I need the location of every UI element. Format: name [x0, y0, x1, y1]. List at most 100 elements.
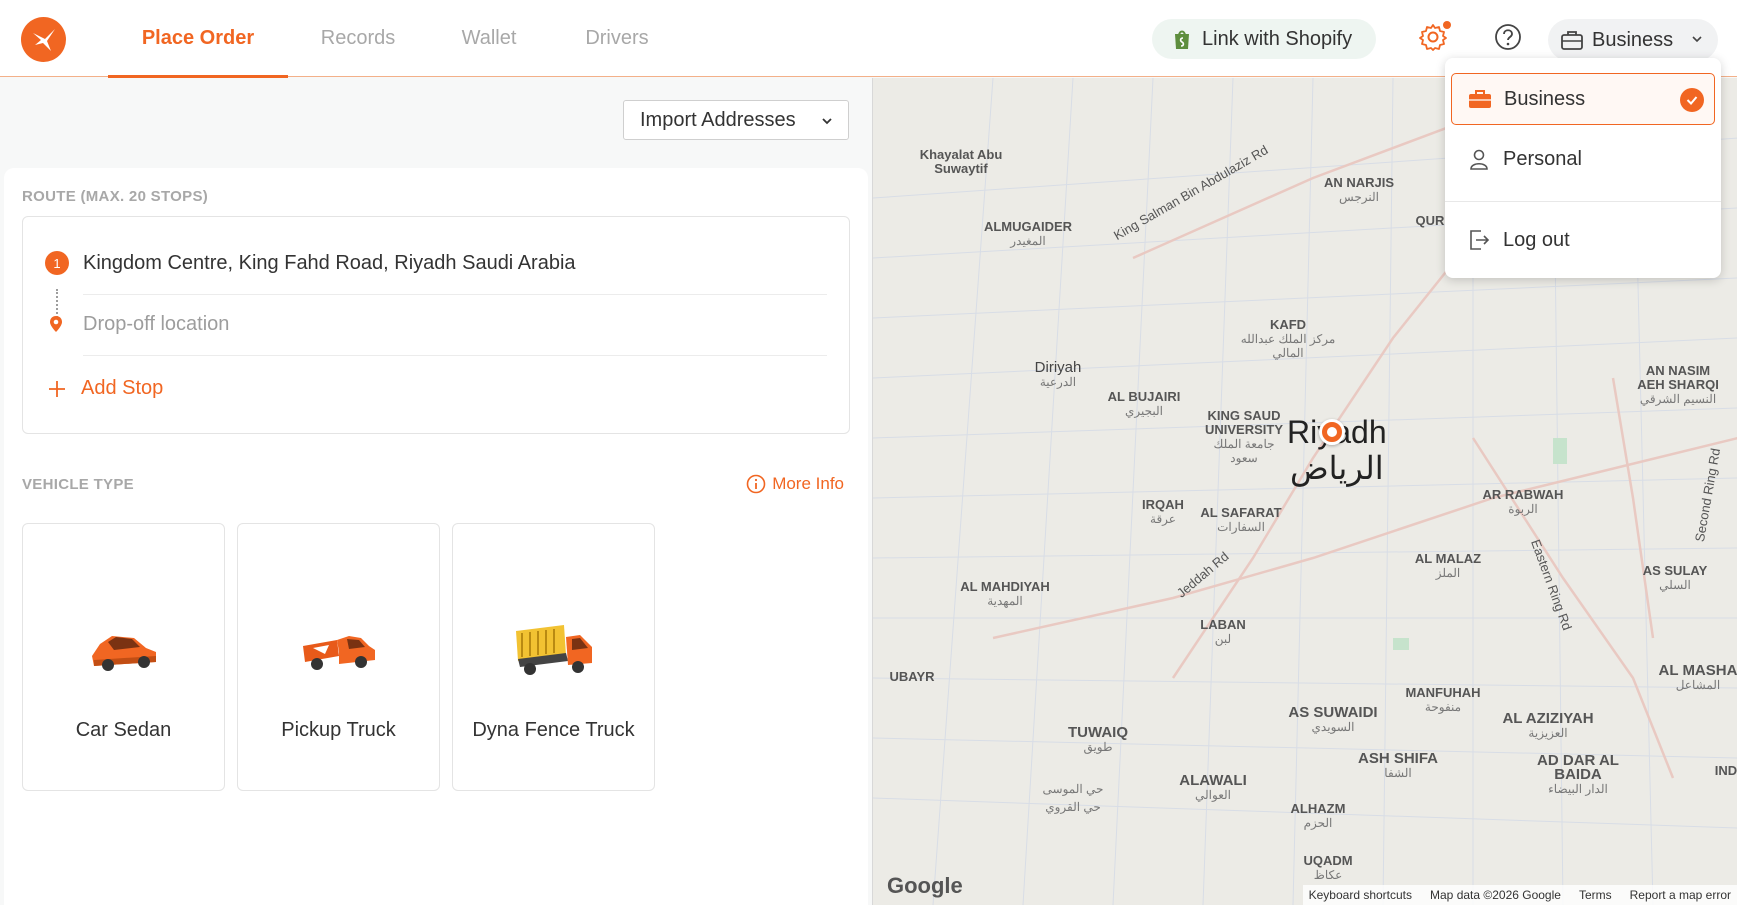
account-name: Business [1592, 28, 1674, 51]
map-label: AL SAFARAT السفارات [1200, 505, 1282, 535]
pickup-address[interactable]: Kingdom Centre, King Fahd Road, Riyadh S… [83, 252, 576, 275]
map-footer: Keyboard shortcuts Map data ©2026 Google… [1302, 885, 1737, 905]
map-label: AS SUWAIDI السويدي [1288, 704, 1378, 734]
import-addresses-button[interactable]: Import Addresses [623, 100, 849, 140]
map-label: AN NASIM AEH SHARQI النسيم الشرقي [1637, 363, 1719, 407]
map-label: AS SULAY السلي [1642, 563, 1708, 593]
tab-place-order[interactable]: Place Order [108, 0, 288, 78]
dropoff-input[interactable]: Drop-off location [83, 313, 229, 336]
pickup-truck-icon [238, 616, 439, 686]
map-label: ALAWALI العوالي [1179, 772, 1247, 802]
map-data-text: Map data ©2026 Google [1430, 888, 1561, 902]
add-stop-button[interactable]: Add Stop [47, 377, 163, 400]
pickup-stop-row[interactable]: 1 Kingdom Centre, King Fahd Road, Riyadh… [23, 233, 851, 293]
map-label: حي الموسى [1042, 782, 1104, 796]
menu-item-personal[interactable]: Personal [1451, 133, 1715, 185]
divider [83, 355, 827, 356]
map-label: MANFUHAH منفوحة [1405, 685, 1481, 715]
check-icon [1680, 88, 1704, 112]
map-label: UBAYR [889, 669, 935, 684]
account-switcher[interactable]: Business [1548, 19, 1718, 61]
order-form-card: ROUTE (MAX. 20 STOPS) 1 Kingdom Centre, … [4, 168, 868, 905]
map-label: AD DAR AL BAIDA الدار البيضاء [1537, 752, 1619, 796]
link-shopify-button[interactable]: Link with Shopify [1152, 19, 1376, 59]
map-label: ALMUGAIDER المغيدر [983, 219, 1073, 249]
route-box: 1 Kingdom Centre, King Fahd Road, Riyadh… [22, 216, 850, 434]
location-pin-icon [50, 316, 62, 332]
report-map-error-link[interactable]: Report a map error [1630, 888, 1731, 902]
settings-button[interactable] [1418, 21, 1451, 52]
map-label: QUR [1415, 213, 1445, 228]
shopify-bag-icon [1175, 30, 1189, 49]
terms-link[interactable]: Terms [1579, 888, 1612, 902]
map-label: AL AZIZIYAH العزيزية [1502, 710, 1594, 740]
vehicle-section-label: VEHICLE TYPE [22, 476, 134, 493]
briefcase-icon [1468, 88, 1492, 110]
dropoff-stop-row[interactable]: Drop-off location [23, 294, 851, 354]
map-label: IND [1714, 763, 1737, 778]
vehicle-label: Pickup Truck [281, 719, 396, 741]
vehicle-card-car-sedan[interactable]: Car Sedan [22, 523, 225, 791]
map-label: IRQAH عرقة [1142, 497, 1184, 527]
tab-records[interactable]: Records [300, 0, 416, 77]
vehicle-label: Car Sedan [75, 719, 172, 741]
divider [1445, 201, 1721, 202]
map-label: AL MAHDIYAH المهدية [960, 579, 1050, 609]
import-label: Import Addresses [640, 108, 796, 131]
notification-dot [1443, 21, 1451, 29]
map-label: AR RABWAH الربوة [1482, 487, 1564, 517]
map-label: AL BUJAIRI البجيري [1107, 389, 1181, 419]
menu-item-label: Business [1504, 87, 1586, 110]
help-icon [1495, 24, 1521, 50]
map-label: Khayalat Abu Suwaytif [919, 147, 1003, 176]
vehicle-label: Dyna Fence Truck [472, 719, 635, 741]
map-label: ALHAZM الحزم [1290, 801, 1346, 831]
map-label: AL MASHA المشاعل [1658, 662, 1737, 692]
logout-icon [1467, 228, 1491, 252]
tab-label: Place Order [141, 27, 255, 49]
map-label: حي القروي [1045, 800, 1101, 814]
vehicle-card-dyna-fence-truck[interactable]: Dyna Fence Truck [452, 523, 655, 791]
tab-drivers[interactable]: Drivers [560, 0, 674, 77]
chevron-down-icon [1692, 36, 1702, 43]
bird-logo-icon [32, 28, 55, 51]
tab-label: Records [320, 27, 396, 49]
stop-number-badge: 1 [45, 251, 69, 275]
plus-icon [49, 380, 65, 397]
chevron-down-icon [822, 118, 832, 125]
user-icon [1467, 147, 1491, 171]
dyna-fence-truck-icon [453, 616, 654, 686]
briefcase-icon [1561, 31, 1583, 50]
vehicle-card-pickup-truck[interactable]: Pickup Truck [237, 523, 440, 791]
tab-label: Drivers [585, 27, 649, 49]
map-label: AN NARJIS النرجس [1323, 175, 1395, 205]
map-label: AL MALAZ الملز [1414, 551, 1482, 581]
tab-label: Wallet [461, 27, 517, 49]
menu-item-label: Personal [1503, 147, 1582, 170]
map-label: ASH SHIFA الشفا [1357, 750, 1438, 780]
map-label: KAFD مركز الملك عبدالله المالي [1240, 317, 1336, 361]
info-icon [746, 474, 766, 494]
keyboard-shortcuts-link[interactable]: Keyboard shortcuts [1309, 888, 1412, 902]
account-menu: Business Personal Log out [1445, 58, 1721, 278]
map-label: TUWAIQ طويق [1068, 724, 1128, 754]
add-stop-label: Add Stop [81, 377, 164, 399]
help-button[interactable] [1493, 22, 1523, 52]
tab-wallet[interactable]: Wallet [430, 0, 548, 77]
more-info-link[interactable]: More Info [746, 474, 844, 494]
map-label: KING SAUD UNIVERSITY جامعة الملك سعود [1204, 408, 1283, 466]
car-sedan-icon [23, 616, 224, 686]
menu-item-label: Log out [1503, 228, 1570, 251]
app-logo[interactable] [21, 17, 66, 62]
map-label: UQADM عكاظ [1303, 853, 1353, 883]
more-info-label: More Info [772, 474, 844, 493]
menu-item-business[interactable]: Business [1451, 73, 1715, 125]
menu-item-logout[interactable]: Log out [1451, 214, 1715, 266]
shopify-label: Link with Shopify [1202, 27, 1353, 50]
order-panel: Import Addresses ROUTE (MAX. 20 STOPS) 1… [0, 78, 872, 905]
map-label: Diriyah الدرعية [1034, 359, 1082, 389]
google-logo: Google [887, 873, 963, 898]
map-label: LABAN لبن [1200, 617, 1246, 647]
route-section-label: ROUTE (MAX. 20 STOPS) [22, 188, 209, 205]
pickup-map-pin[interactable] [1319, 419, 1345, 445]
